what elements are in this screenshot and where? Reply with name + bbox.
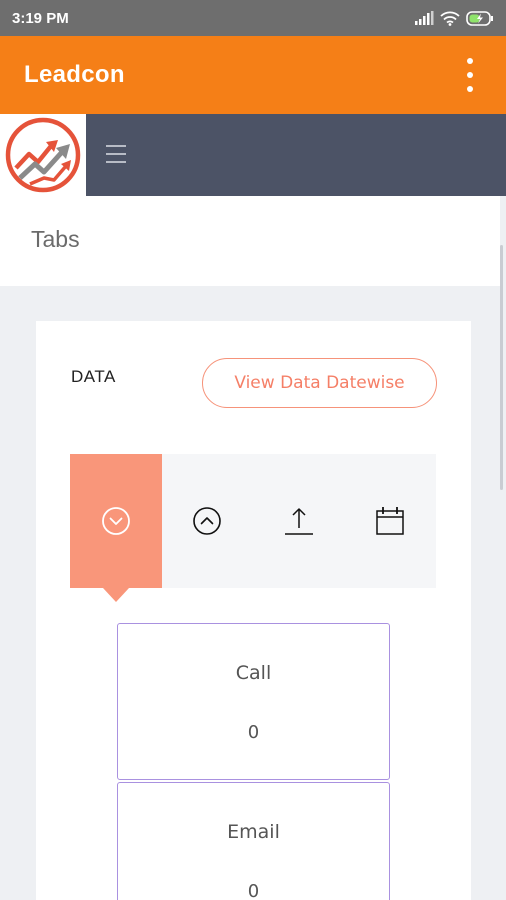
status-icons (414, 10, 494, 26)
battery-charging-icon (466, 10, 493, 26)
nav-bar (0, 114, 506, 196)
page-header: Tabs (0, 196, 500, 286)
status-bar: 3:19 PM (0, 0, 506, 36)
upload-icon (284, 508, 313, 535)
leadcon-logo[interactable] (0, 114, 86, 196)
status-time: 3:19 PM (12, 9, 69, 27)
page-title: Tabs (31, 226, 80, 252)
stat-box-email[interactable]: Email 0 (117, 782, 390, 900)
tab-upload[interactable] (253, 454, 345, 588)
more-vert-icon[interactable] (458, 55, 482, 95)
scrollbar-thumb[interactable] (500, 245, 503, 490)
chevron-up-circle-icon (193, 507, 222, 535)
tab-chevron-down[interactable] (70, 454, 162, 602)
app-bar: Leadcon (0, 36, 506, 114)
chevron-down-circle-icon (101, 507, 130, 535)
data-card: DATA View Data Datewise Call 0 Email 0 (36, 321, 471, 900)
calendar-icon (376, 507, 404, 535)
stat-label: Email (227, 821, 280, 843)
stat-label: Call (235, 662, 272, 684)
wifi-icon (440, 11, 460, 26)
card-label: DATA (71, 367, 116, 386)
signal-icon (415, 11, 434, 25)
tab-calendar[interactable] (345, 454, 437, 588)
view-data-datewise-button[interactable]: View Data Datewise (202, 358, 437, 408)
stat-value: 0 (247, 722, 260, 743)
stat-box-call[interactable]: Call 0 (117, 623, 390, 780)
tab-chevron-up[interactable] (162, 454, 254, 588)
tab-strip (70, 454, 437, 602)
app-title: Leadcon (24, 61, 125, 88)
stat-value: 0 (247, 881, 260, 900)
hamburger-icon[interactable] (106, 145, 126, 163)
